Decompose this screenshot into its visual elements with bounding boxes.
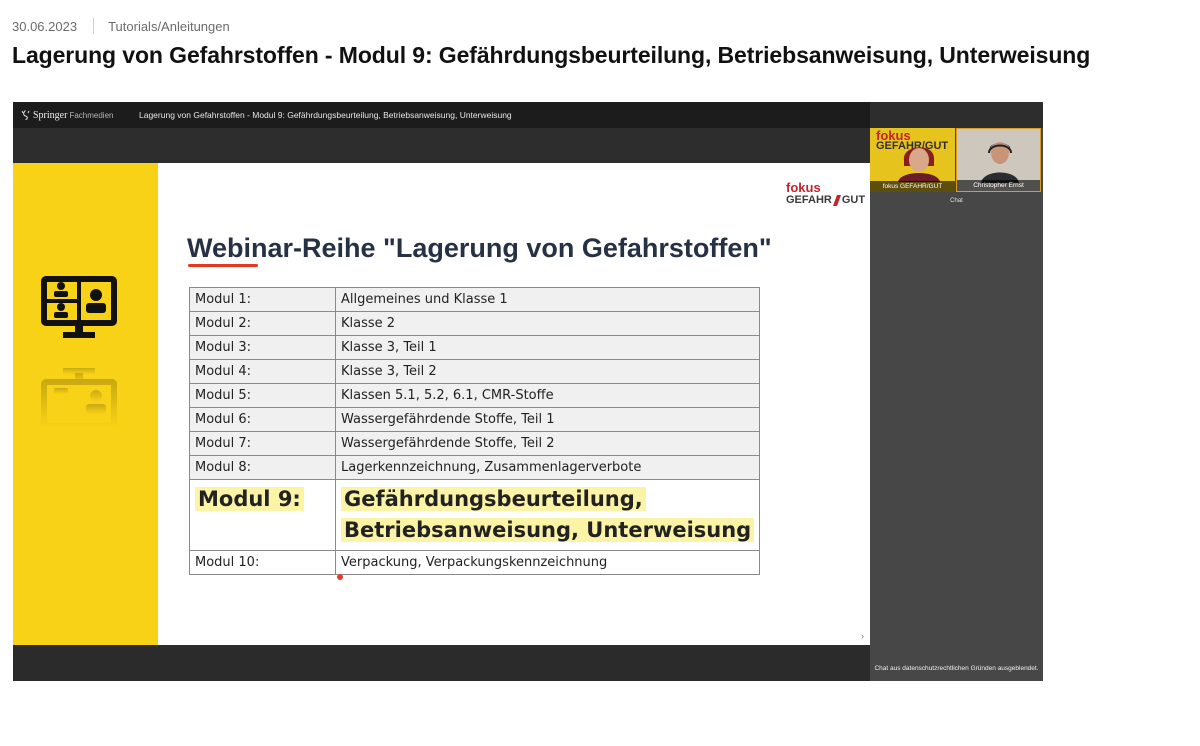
- page-title: Lagerung von Gefahrstoffen - Modul 9: Ge…: [12, 42, 1091, 68]
- module-label: Modul 10:: [189, 550, 336, 575]
- highlighted-module-row: Modul 9: Gefährdungsbeurteilung, Betriebs…: [189, 479, 760, 551]
- springer-brand: Springer Fachmedien: [21, 110, 131, 121]
- module-topic: Allgemeines und Klasse 1: [335, 287, 760, 312]
- slide-heading: Webinar-Reihe "Lagerung von Gefahrstoffe…: [187, 233, 772, 263]
- category-link[interactable]: Tutorials/Anleitungen: [108, 19, 230, 34]
- participant-sidebar: fokus GEFAHR/GUT fokus GEFAHR/GUT Christ…: [870, 128, 1043, 681]
- module-label: Modul 5:: [189, 383, 336, 408]
- highlight-label: Modul 9:: [195, 487, 304, 511]
- logo-slash: [832, 194, 841, 206]
- slide-yellow-panel: [13, 163, 158, 645]
- module-topic: Klasse 2: [335, 311, 760, 336]
- module-topic: Klasse 3, Teil 1: [335, 335, 760, 360]
- participant-tile[interactable]: fokus GEFAHR/GUT fokus GEFAHR/GUT: [870, 128, 955, 192]
- module-topic: Wassergefährdende Stoffe, Teil 1: [335, 407, 760, 432]
- module-topic: Verpackung, Verpackungskennzeichnung: [335, 550, 760, 575]
- participant-tile[interactable]: Christopher Ernst: [956, 128, 1041, 192]
- video-player[interactable]: Springer Fachmedien Lagerung von Gefahrs…: [13, 102, 1043, 681]
- module-label: Modul 6:: [189, 407, 336, 432]
- table-row: Modul 6: Wassergefährdende Stoffe, Teil 1: [189, 407, 760, 432]
- table-row: Modul 1: Allgemeines und Klasse 1: [189, 287, 760, 312]
- module-table: Modul 1: Allgemeines und Klasse 1 Modul 2…: [189, 287, 760, 575]
- webinar-top-bar: Springer Fachmedien Lagerung von Gefahrs…: [13, 102, 870, 128]
- module-topic: Wassergefährdende Stoffe, Teil 2: [335, 431, 760, 456]
- laser-pointer-dot: [337, 574, 343, 580]
- logo-word-gefahr: GEFAHR: [786, 194, 832, 206]
- table-row: Modul 8: Lagerkennzeichnung, Zusammenlage…: [189, 455, 760, 480]
- video-conference-icon: [41, 276, 117, 338]
- next-slide-arrow[interactable]: ›: [861, 631, 864, 641]
- faded-conference-icon: [41, 368, 117, 429]
- module-topic: Klasse 3, Teil 2: [335, 359, 760, 384]
- table-row: Modul 4: Klasse 3, Teil 2: [189, 359, 760, 384]
- logo-word-gut: GUT: [841, 194, 866, 206]
- module-topic: Lagerkennzeichnung, Zusammenlagerverbote: [335, 455, 760, 480]
- springer-logo-icon: [21, 110, 30, 120]
- chat-label[interactable]: Chat: [870, 198, 1043, 204]
- module-label: Modul 8:: [189, 455, 336, 480]
- logo-line1: fokus: [786, 180, 821, 195]
- table-row: Modul 2: Klasse 2: [189, 311, 760, 336]
- module-label: Modul 9:: [189, 479, 336, 551]
- springer-name: Springer: [33, 109, 68, 121]
- article-meta: 30.06.2023 Tutorials/Anleitungen: [12, 17, 230, 35]
- chat-notice: Chat aus datenschutzrechtlichen Gründen …: [874, 665, 1039, 672]
- fokus-gefahrgut-logo: fokus GEFAHR GUT: [786, 180, 865, 206]
- table-row: Modul 3: Klasse 3, Teil 1: [189, 335, 760, 360]
- module-label: Modul 4:: [189, 359, 336, 384]
- highlight-topic-line1: Gefährdungsbeurteilung,: [341, 487, 646, 511]
- participant-photo: [898, 147, 940, 182]
- participant-name: fokus GEFAHR/GUT: [870, 181, 955, 192]
- heading-underline: [188, 264, 258, 267]
- participant-name: Christopher Ernst: [957, 180, 1040, 191]
- table-row: Modul 5: Klassen 5.1, 5.2, 6.1, CMR-Stoff…: [189, 383, 760, 408]
- webinar-window-title: Lagerung von Gefahrstoffen - Modul 9: Ge…: [139, 110, 512, 120]
- publish-date: 30.06.2023: [12, 18, 78, 34]
- highlight-topic-line2: Betriebsanweisung, Unterweisung: [341, 518, 755, 542]
- springer-suffix: Fachmedien: [69, 110, 114, 120]
- participant-photo: [981, 142, 1019, 183]
- meta-divider: [93, 18, 95, 34]
- presentation-slide: fokus GEFAHR GUT Webinar-Reihe "Lagerung…: [13, 163, 870, 645]
- module-label: Modul 1:: [189, 287, 336, 312]
- module-topic: Klassen 5.1, 5.2, 6.1, CMR-Stoffe: [335, 383, 760, 408]
- webinar-bottom-bar: [13, 645, 870, 681]
- module-label: Modul 3:: [189, 335, 336, 360]
- table-row: Modul 7: Wassergefährdende Stoffe, Teil 2: [189, 431, 760, 456]
- module-label: Modul 7:: [189, 431, 336, 456]
- module-topic: Gefährdungsbeurteilung, Betriebsanweisung…: [335, 479, 760, 551]
- logo-line2: GEFAHR GUT: [786, 194, 865, 206]
- table-row: Modul 10: Verpackung, Verpackungskennzeic…: [189, 550, 760, 575]
- module-label: Modul 2:: [189, 311, 336, 336]
